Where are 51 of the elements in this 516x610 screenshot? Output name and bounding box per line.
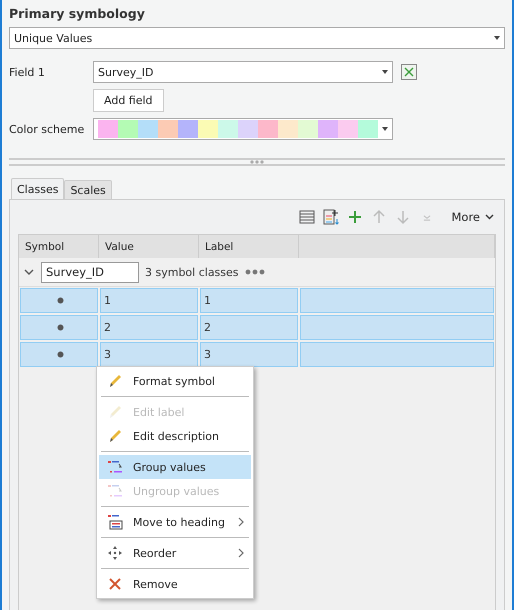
class-count: 3 symbol classes xyxy=(145,266,239,278)
list-arrow-icon xyxy=(107,483,123,499)
list-icon xyxy=(299,209,316,225)
table-cell: 2 xyxy=(100,315,198,340)
pencil-icon xyxy=(107,404,123,420)
grip-icon[interactable] xyxy=(249,160,265,164)
toolbar-button[interactable] xyxy=(323,209,340,225)
field-dropdown[interactable]: Survey_ID xyxy=(93,61,393,83)
point-symbol-icon xyxy=(57,297,64,304)
field-label: Field 1 xyxy=(9,66,46,78)
menu-item[interactable]: Edit description xyxy=(99,424,251,448)
point-symbol-icon xyxy=(57,324,64,331)
list-arrow-icon xyxy=(107,459,123,475)
list-move-icon xyxy=(107,514,123,530)
table-cell: 3 xyxy=(200,342,298,367)
column-header[interactable]: Label xyxy=(199,235,299,258)
section-title: Primary symbology xyxy=(9,6,145,23)
down-arrow-icon xyxy=(395,209,412,225)
add-icon xyxy=(347,209,364,225)
pencil-icon xyxy=(107,428,123,444)
menu-item[interactable]: Remove xyxy=(99,572,251,596)
up-arrow-icon xyxy=(371,209,388,225)
add-list-icon xyxy=(323,209,340,225)
toolbar-button[interactable] xyxy=(299,209,316,225)
symbol-cell[interactable] xyxy=(20,315,98,340)
renderer-dropdown[interactable]: Unique Values xyxy=(9,27,505,49)
heading-field[interactable]: Survey_ID xyxy=(41,262,139,282)
menu-item[interactable]: Format symbol xyxy=(99,369,251,393)
table-cell: 2 xyxy=(200,315,298,340)
column-header[interactable]: Symbol xyxy=(19,235,99,258)
more-button[interactable]: More xyxy=(451,210,494,224)
menu-item[interactable]: Reorder xyxy=(99,541,251,565)
table-cell: 1 xyxy=(100,288,198,313)
point-symbol-icon xyxy=(57,351,64,358)
tab[interactable]: Scales xyxy=(64,180,112,200)
add-field-button[interactable]: Add field xyxy=(93,89,164,112)
move-arrows-icon xyxy=(107,545,123,561)
color-scheme-dropdown[interactable] xyxy=(93,118,393,140)
menu-item[interactable]: Group values xyxy=(99,455,251,479)
column-header[interactable]: Value xyxy=(99,235,199,258)
tab[interactable]: Classes xyxy=(11,178,64,200)
chevron-down-icon xyxy=(485,214,494,220)
more-icon[interactable] xyxy=(244,269,265,275)
field-label: Color scheme xyxy=(9,122,85,136)
close-icon xyxy=(107,576,123,592)
pencil-icon xyxy=(107,373,123,389)
table-cell: 1 xyxy=(200,288,298,313)
menu-item[interactable]: Move to heading xyxy=(99,510,251,534)
symbol-cell[interactable] xyxy=(20,288,98,313)
table-cell: 3 xyxy=(100,342,198,367)
symbol-cell[interactable] xyxy=(20,342,98,367)
